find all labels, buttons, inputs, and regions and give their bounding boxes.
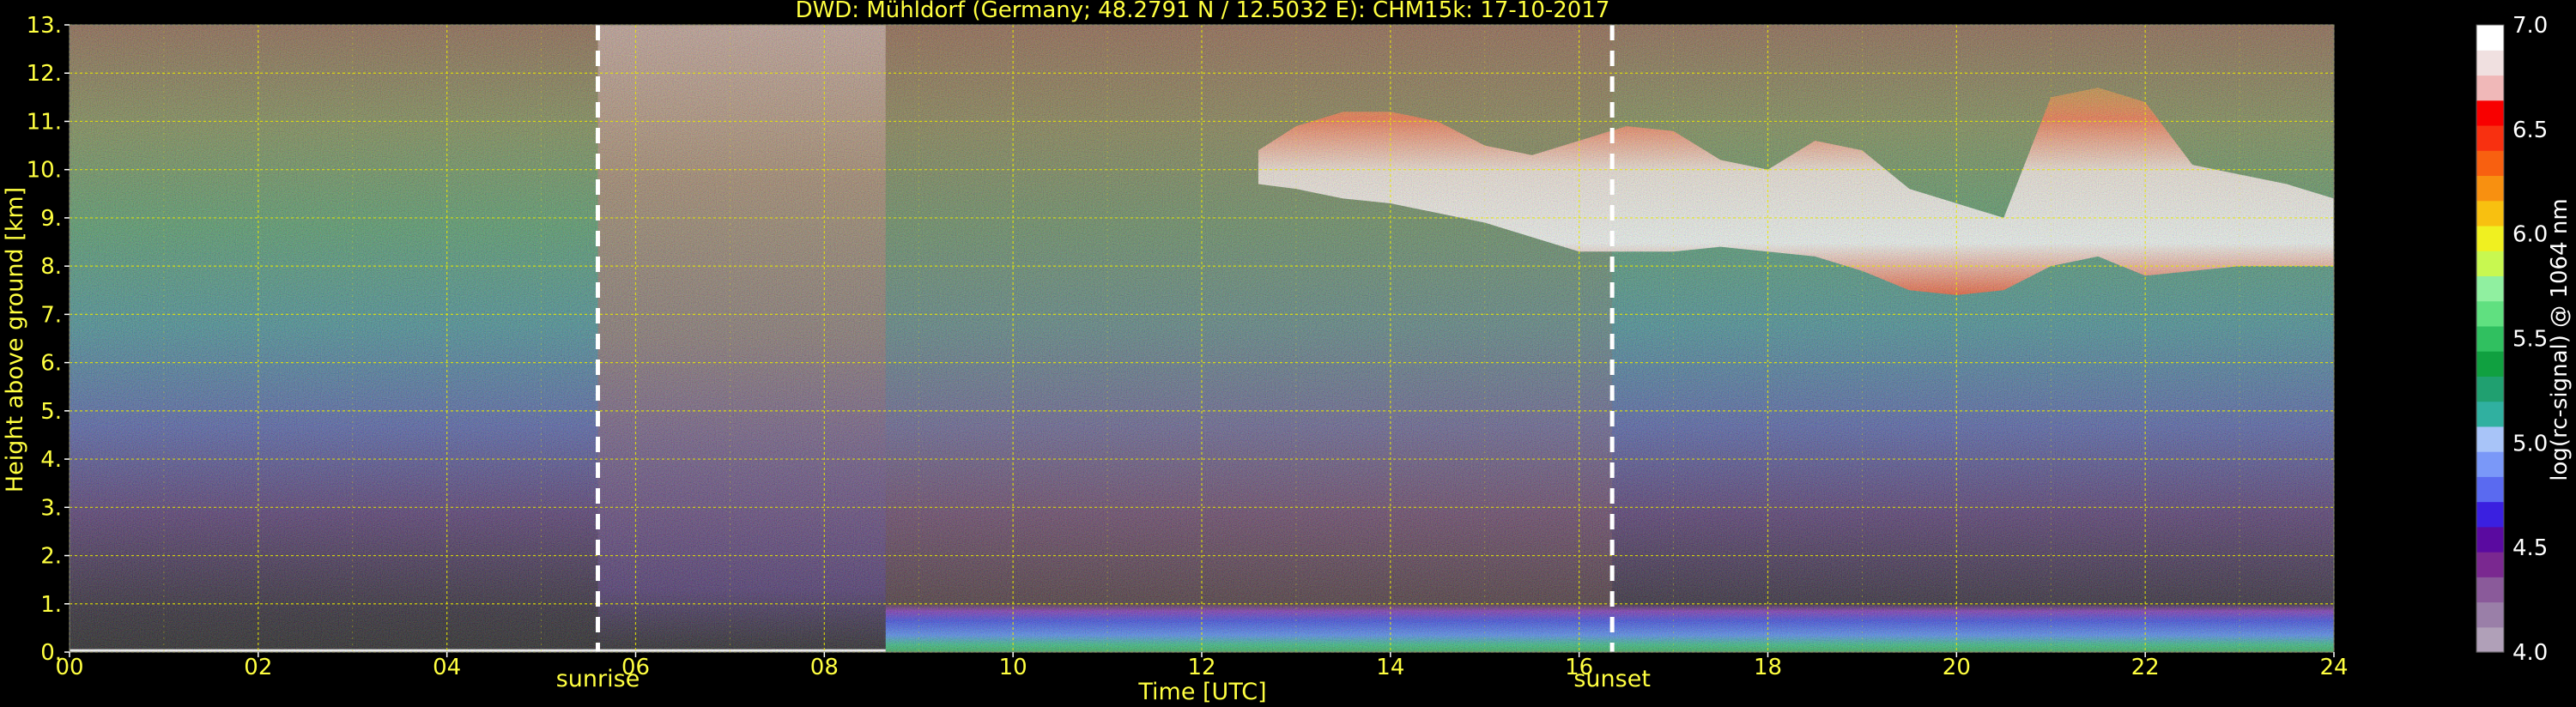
colorbar-segment xyxy=(2476,300,2504,327)
y-tick-label: 11. xyxy=(27,109,62,135)
colorbar-segment xyxy=(2476,501,2504,528)
y-tick-label: 2. xyxy=(40,544,62,570)
y-tick-label: 7. xyxy=(40,302,62,328)
x-tick-label: 16 xyxy=(1565,655,1593,680)
colorbar-tick-label: 4.5 xyxy=(2512,535,2548,561)
x-axis-label: Time [UTC] xyxy=(1137,679,1266,705)
colorbar-segment xyxy=(2476,275,2504,302)
colorbar-segment xyxy=(2476,476,2504,503)
y-tick-label: 1. xyxy=(40,592,62,618)
colorbar-segment xyxy=(2476,451,2504,477)
colorbar-segment xyxy=(2476,552,2504,577)
x-tick-label: 20 xyxy=(1943,655,1971,680)
colorbar-tick-label: 5.5 xyxy=(2512,327,2548,353)
y-tick-label: 8. xyxy=(40,254,62,280)
y-tick-label: 10. xyxy=(27,158,62,184)
colorbar-segment xyxy=(2476,426,2504,452)
colorbar-segment xyxy=(2476,150,2504,177)
colorbar-segment xyxy=(2476,626,2504,653)
colorbar-tick-label: 4.0 xyxy=(2512,640,2548,666)
colorbar xyxy=(2476,24,2505,653)
colorbar-label: log(rc-signal) @ 1064 nm xyxy=(2547,198,2573,480)
x-tick-label: 08 xyxy=(810,655,839,680)
ceilometer-chart: sunrise sunset 0.1.2.3.4.5.6.7.8.9.10.11.… xyxy=(2,0,2573,705)
x-tick-labels: 00 02 04 06 08 10 12 14 16 18 20 22 24 xyxy=(55,652,2349,680)
x-tick-label: 22 xyxy=(2131,655,2160,680)
y-tick-label: 13. xyxy=(27,13,62,39)
y-tick-label: 12. xyxy=(27,61,62,87)
y-tick-label: 6. xyxy=(40,351,62,377)
y-tick-label: 3. xyxy=(40,495,62,521)
x-tick-label: 14 xyxy=(1376,655,1404,680)
colorbar-tick-label: 5.0 xyxy=(2512,431,2548,456)
colorbar-tick-labels: 4.0 4.5 5.0 5.5 6.0 6.5 7.0 xyxy=(2512,13,2548,666)
x-tick-label: 02 xyxy=(244,655,272,680)
colorbar-tick-label: 6.0 xyxy=(2512,222,2548,248)
colorbar-segment xyxy=(2476,526,2504,553)
colorbar-segment xyxy=(2476,75,2504,101)
x-tick-label: 18 xyxy=(1754,655,1782,680)
x-tick-label: 10 xyxy=(999,655,1027,680)
colorbar-segment xyxy=(2476,577,2504,603)
y-tick-label: 4. xyxy=(40,447,62,473)
x-tick-label: 24 xyxy=(2319,655,2348,680)
y-tick-label: 5. xyxy=(40,399,62,425)
colorbar-segment xyxy=(2476,401,2504,427)
y-tick-label: 9. xyxy=(40,206,62,232)
colorbar-segment xyxy=(2476,376,2504,402)
x-tick-label: 04 xyxy=(433,655,461,680)
x-tick-label: 06 xyxy=(621,655,650,680)
colorbar-tick-label: 6.5 xyxy=(2512,118,2548,143)
y-tick-labels: 0.1.2.3.4.5.6.7.8.9.10.11.12.13. xyxy=(27,13,70,666)
y-axis-label: Height above ground [km] xyxy=(2,187,28,492)
colorbar-segment xyxy=(2476,325,2504,352)
colorbar-segment xyxy=(2476,351,2504,377)
x-tick-label: 00 xyxy=(55,655,83,680)
colorbar-segment xyxy=(2476,124,2504,151)
colorbar-segment xyxy=(2476,251,2504,276)
x-tick-label: 12 xyxy=(1187,655,1215,680)
colorbar-segment xyxy=(2476,25,2504,51)
colorbar-segment xyxy=(2476,200,2504,227)
colorbar-segment xyxy=(2476,100,2504,126)
colorbar-segment xyxy=(2476,225,2504,251)
colorbar-segment xyxy=(2476,175,2504,202)
chart-title: DWD: Mühldorf (Germany; 48.2791 N / 12.5… xyxy=(796,0,1610,23)
colorbar-segment xyxy=(2476,601,2504,628)
colorbar-tick-label: 7.0 xyxy=(2512,13,2548,39)
colorbar-segment xyxy=(2476,50,2504,76)
